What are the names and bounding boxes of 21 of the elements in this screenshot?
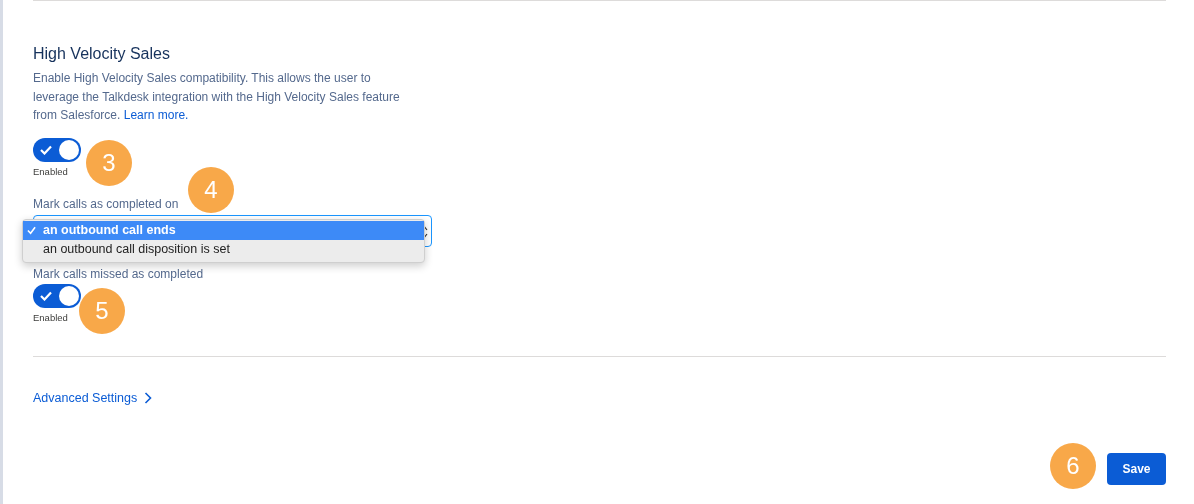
learn-more-link[interactable]: Learn more. — [123, 108, 189, 122]
check-icon — [40, 144, 52, 155]
advanced-settings-link[interactable]: Advanced Settings — [33, 390, 153, 405]
dropdown-option[interactable]: an outbound call ends — [23, 220, 424, 240]
section-title: High Velocity Sales — [33, 45, 171, 63]
field-label: Mark calls as completed on — [33, 196, 180, 211]
toggle-caption: Enabled — [33, 165, 68, 177]
field-label: Mark calls missed as completed — [33, 266, 205, 281]
toggle-caption: Enabled — [33, 311, 68, 323]
check-icon — [40, 290, 52, 301]
chevron-right-icon — [144, 391, 153, 404]
step-badge: 6 — [1050, 443, 1096, 489]
dropdown-option[interactable]: an outbound call disposition is set — [23, 239, 424, 259]
toggle-switch[interactable] — [33, 283, 81, 308]
step-badge: 4 — [188, 167, 234, 213]
step-badge: 3 — [86, 140, 132, 186]
toggle-switch[interactable] — [33, 137, 81, 162]
section-description: Enable High Velocity Sales compatibility. This allows the user to leverage the Talkdesk integration with the High Velocity Sales feature from Salesforce. Learn more. — [33, 70, 401, 124]
check-icon — [27, 225, 36, 235]
step-badge: 5 — [79, 288, 125, 334]
save-button[interactable]: Save — [1107, 452, 1166, 485]
